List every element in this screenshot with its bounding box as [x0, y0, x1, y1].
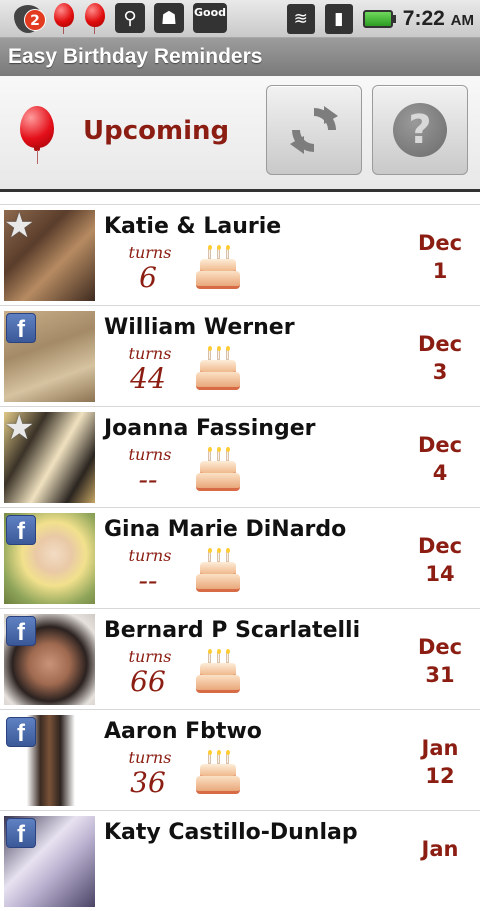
birthday-date: Dec 14 — [410, 532, 470, 588]
birthday-month: Dec — [417, 332, 463, 356]
list-item[interactable]: f Gina Marie DiNardo turns -- Dec 14 — [0, 507, 480, 608]
contact-photo: f — [4, 311, 95, 402]
list-item[interactable]: ★ Katie & Laurie turns 6 Dec 1 — [0, 204, 480, 305]
turning-age: -- — [138, 463, 158, 496]
cake-icon — [194, 447, 244, 495]
turns-label: turns — [128, 445, 172, 464]
help-icon: ? — [393, 103, 447, 157]
birthday-month: Dec — [417, 433, 463, 457]
contact-name: Aaron Fbtwo — [104, 719, 262, 744]
birthday-date: Dec 4 — [410, 431, 470, 487]
turns-label: turns — [128, 748, 172, 767]
contact-name: Gina Marie DiNardo — [104, 517, 347, 542]
star-icon: ★ — [4, 210, 35, 246]
facebook-icon: f — [6, 616, 36, 646]
birthday-month: Dec — [417, 231, 463, 255]
birthday-date: Jan 12 — [410, 734, 470, 790]
balloon-icon — [20, 106, 56, 164]
birthday-month: Dec — [417, 534, 463, 558]
contact-name: Katy Castillo-Dunlap — [104, 820, 358, 845]
good-label: Good — [193, 6, 227, 19]
balloon-icon — [84, 3, 106, 34]
signal-icon: ▮ — [324, 4, 353, 34]
usb-icon: ⚲ — [115, 3, 145, 33]
birthday-day: 12 — [425, 764, 455, 788]
balloon-icon — [53, 3, 75, 34]
header: Upcoming ? — [0, 76, 480, 192]
refresh-button[interactable] — [266, 85, 362, 175]
turns-label: turns — [128, 243, 172, 262]
star-icon: ★ — [4, 412, 35, 448]
help-button[interactable]: ? — [372, 85, 468, 175]
birthday-day: 31 — [425, 663, 455, 687]
facebook-icon: f — [6, 717, 36, 747]
notification-icon[interactable]: 2 — [14, 3, 46, 33]
birthday-day: 1 — [432, 259, 448, 283]
page-title: Upcoming — [83, 116, 230, 146]
birthday-date: Dec 3 — [410, 330, 470, 386]
contact-name: Bernard P Scarlatelli — [104, 618, 361, 643]
list-item[interactable]: f Katy Castillo-Dunlap Jan — [0, 810, 480, 911]
contact-photo: f — [4, 614, 95, 705]
birthday-date: Dec 1 — [410, 229, 470, 285]
clock-ampm: AM — [450, 12, 474, 29]
list-item[interactable]: ★ Joanna Fassinger turns -- Dec 4 — [0, 406, 480, 507]
clock-time: 7:22 — [402, 7, 445, 30]
wifi-icon: ≋ — [286, 4, 315, 34]
app-title-bar: Easy Birthday Reminders — [0, 38, 480, 76]
contact-name: Joanna Fassinger — [104, 416, 316, 441]
turns-label: turns — [128, 546, 172, 565]
turning-age: 44 — [130, 362, 166, 395]
facebook-icon: f — [6, 313, 36, 343]
cake-icon — [194, 649, 244, 697]
turns-label: turns — [128, 344, 172, 363]
contact-photo: f — [4, 715, 95, 806]
contact-photo: ★ — [4, 210, 95, 301]
notification-count: 2 — [24, 9, 46, 31]
turning-age: 6 — [139, 261, 157, 294]
list-item[interactable]: f Aaron Fbtwo turns 36 Jan 12 — [0, 709, 480, 810]
clock: 7:22 AM — [403, 7, 474, 31]
battery-icon — [362, 10, 396, 28]
app-title: Easy Birthday Reminders — [8, 45, 263, 68]
cake-icon — [194, 245, 244, 293]
list-item[interactable]: f Bernard P Scarlatelli turns 66 Dec 31 — [0, 608, 480, 709]
list-item[interactable]: f William Werner turns 44 Dec 3 — [0, 305, 480, 406]
cake-icon — [194, 548, 244, 596]
contact-photo: f — [4, 513, 95, 604]
cake-icon — [194, 750, 244, 798]
contact-name: Katie & Laurie — [104, 214, 282, 239]
android-debug-icon: ☗ — [154, 3, 184, 33]
status-bar: 2 ⚲ ☗ Good ≋ ▮ 7:22 AM — [0, 0, 480, 38]
birthday-month: Dec — [417, 635, 463, 659]
contact-name: William Werner — [104, 315, 295, 340]
birthday-month: Jan — [421, 837, 459, 861]
facebook-icon: f — [6, 818, 36, 848]
refresh-icon — [290, 106, 338, 154]
facebook-icon: f — [6, 515, 36, 545]
cake-icon — [194, 346, 244, 394]
good-app-icon: Good — [193, 3, 227, 33]
turning-age: 36 — [130, 766, 166, 799]
turns-label: turns — [128, 647, 172, 666]
birthday-day: 14 — [425, 562, 455, 586]
contact-photo: ★ — [4, 412, 95, 503]
birthday-date: Jan — [410, 835, 470, 863]
birthday-day: 3 — [432, 360, 448, 384]
birthday-date: Dec 31 — [410, 633, 470, 689]
turning-age: 66 — [130, 665, 166, 698]
contact-photo: f — [4, 816, 95, 907]
turning-age: -- — [138, 564, 158, 597]
birthday-list[interactable]: ★ Katie & Laurie turns 6 Dec 1 f William… — [0, 204, 480, 911]
birthday-month: Jan — [421, 736, 459, 760]
birthday-day: 4 — [432, 461, 448, 485]
